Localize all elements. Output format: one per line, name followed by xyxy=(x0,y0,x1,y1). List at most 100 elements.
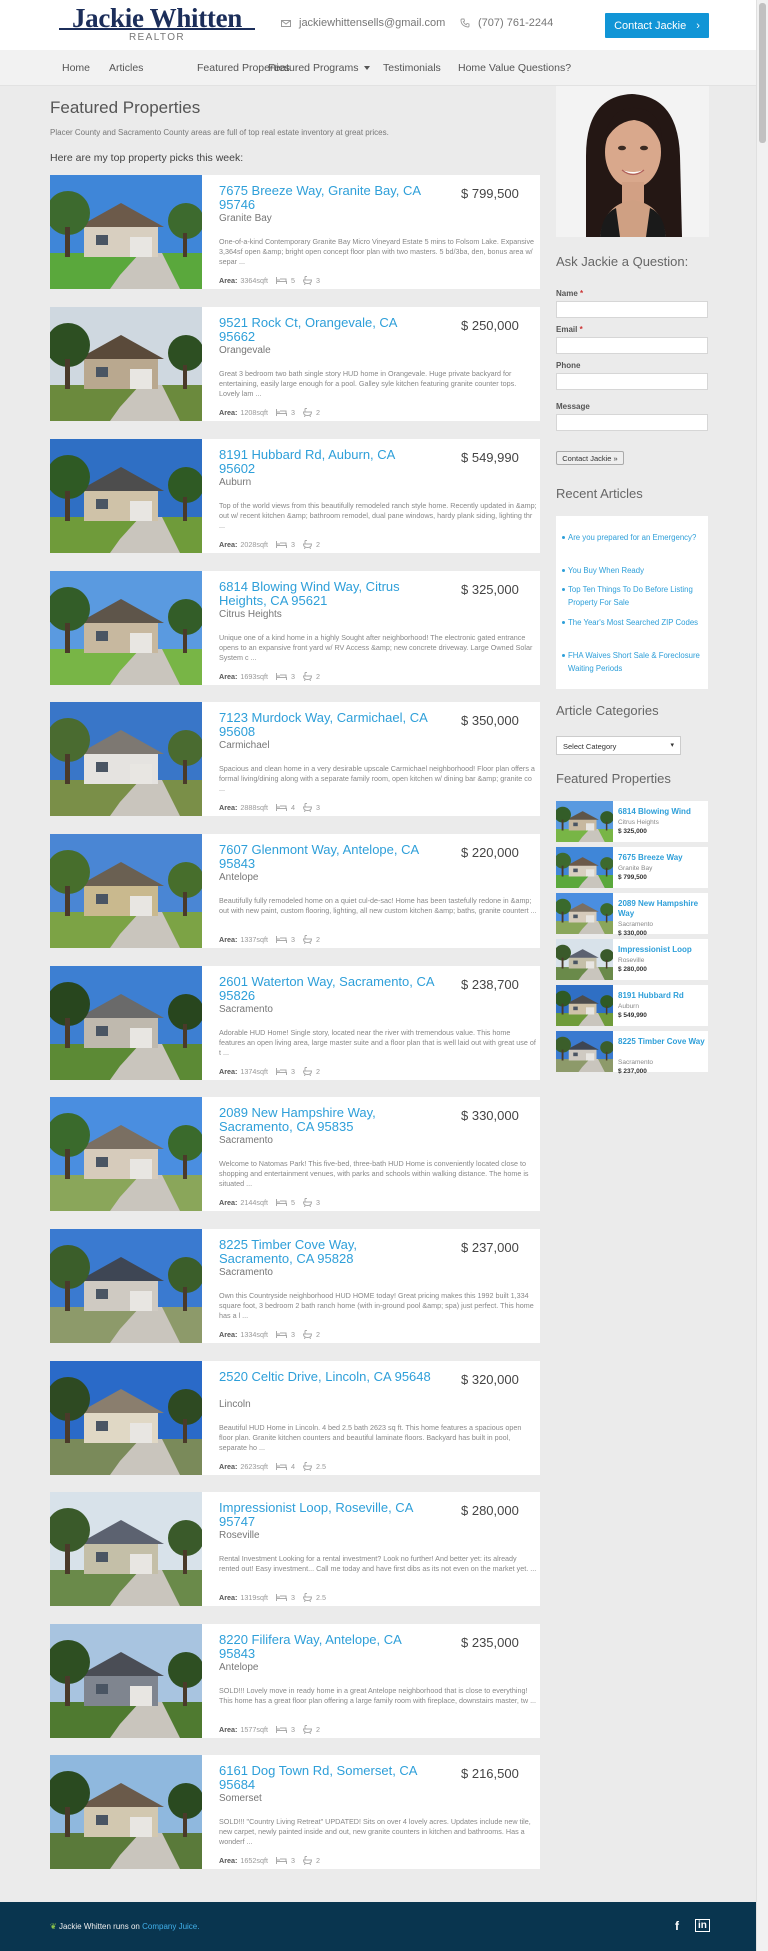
listing-city: Roseville xyxy=(219,1530,260,1541)
listing-price: $ 235,000 xyxy=(461,1635,519,1650)
facebook-icon[interactable]: f xyxy=(675,1919,679,1933)
listing-photo[interactable] xyxy=(50,1755,202,1869)
logo-rule xyxy=(59,28,255,30)
listing-photo[interactable] xyxy=(50,1361,202,1475)
listing-card[interactable]: 2089 New Hampshire Way, Sacramento, CA 9… xyxy=(50,1097,540,1211)
listing-photo[interactable] xyxy=(50,1229,202,1343)
listing-description: Welcome to Natomas Park! This five-bed, … xyxy=(219,1159,529,1188)
featured-mini-card[interactable]: 8225 Timber Cove Way Sacramento $ 237,000 xyxy=(556,1031,708,1075)
contact-jackie-button[interactable]: Contact Jackie › xyxy=(605,13,709,38)
listing-card[interactable]: 9521 Rock Ct, Orangevale, CA 95662 $ 250,… xyxy=(50,307,540,421)
company-juice-link[interactable]: Company Juice. xyxy=(142,1922,199,1931)
featured-mini-card[interactable]: 7675 Breeze Way Granite Bay $ 799,500 xyxy=(556,847,708,888)
featured-mini-city: Auburn xyxy=(618,1003,639,1010)
featured-mini-photo[interactable] xyxy=(556,893,613,934)
listing-description: One-of-a-kind Contemporary Granite Bay M… xyxy=(219,237,535,266)
listing-card[interactable]: 8191 Hubbard Rd, Auburn, CA 95602 $ 549,9… xyxy=(50,439,540,553)
category-select[interactable]: Select Category ▾ xyxy=(556,736,681,755)
featured-mini-name[interactable]: 2089 New Hampshire Way xyxy=(618,899,706,919)
listing-card[interactable]: 8220 Filifera Way, Antelope, CA 95843 $ 2… xyxy=(50,1624,540,1738)
featured-mini-card[interactable]: 6814 Blowing Wind Citrus Heights $ 325,000 xyxy=(556,801,708,842)
listing-description: Beautiful HUD Home in Lincoln. 4 bed 2.5… xyxy=(219,1423,522,1452)
email-field[interactable] xyxy=(556,337,708,354)
featured-mini-name[interactable]: 7675 Breeze Way xyxy=(618,853,706,863)
listing-card[interactable]: 6814 Blowing Wind Way, Citrus Heights, C… xyxy=(50,571,540,685)
site-logo[interactable]: Jackie Whitten REALTOR xyxy=(57,4,257,46)
article-link[interactable]: The Year's Most Searched ZIP Codes xyxy=(562,616,700,629)
listing-card[interactable]: 2520 Celtic Drive, Lincoln, CA 95648 $ 32… xyxy=(50,1361,540,1475)
listing-description: Adorable HUD Home! Single story, located… xyxy=(219,1028,536,1057)
listing-beds: 3 xyxy=(290,540,295,549)
contact-submit-button[interactable]: Contact Jackie » xyxy=(556,451,624,465)
listing-address[interactable]: 8191 Hubbard Rd, Auburn, CA 95602 xyxy=(219,448,434,475)
listing-card[interactable]: 7675 Breeze Way, Granite Bay, CA 95746 $ … xyxy=(50,175,540,289)
listing-photo[interactable] xyxy=(50,307,202,421)
linkedin-icon[interactable]: in xyxy=(695,1919,710,1932)
listing-address[interactable]: 6161 Dog Town Rd, Somerset, CA 95684 xyxy=(219,1764,434,1791)
listing-card[interactable]: Impressionist Loop, Roseville, CA 95747 $… xyxy=(50,1492,540,1606)
email-link[interactable]: jackiewhittensells@gmail.com xyxy=(281,17,445,29)
listing-photo[interactable] xyxy=(50,966,202,1080)
article-link[interactable]: You Buy When Ready xyxy=(562,564,700,577)
article-link[interactable]: Top Ten Things To Do Before Listing Prop… xyxy=(562,583,700,609)
featured-mini-price: $ 280,000 xyxy=(618,966,647,973)
listing-price: $ 238,700 xyxy=(461,977,519,992)
featured-mini-name[interactable]: 8191 Hubbard Rd xyxy=(618,991,706,1001)
area-label: Area: xyxy=(219,1725,238,1734)
listing-address[interactable]: 8220 Filifera Way, Antelope, CA 95843 xyxy=(219,1633,434,1660)
bath-icon xyxy=(302,1330,312,1339)
listing-photo[interactable] xyxy=(50,834,202,948)
nav-home-value-questions[interactable]: Home Value Questions? xyxy=(458,62,571,74)
featured-mini-photo[interactable] xyxy=(556,939,613,980)
featured-mini-name[interactable]: 6814 Blowing Wind xyxy=(618,807,706,817)
message-field[interactable] xyxy=(556,414,708,431)
article-link[interactable]: FHA Waives Short Sale & Foreclosure Wait… xyxy=(562,649,700,675)
nav-home[interactable]: Home xyxy=(62,62,90,74)
listing-address[interactable]: 7675 Breeze Way, Granite Bay, CA 95746 xyxy=(219,184,434,211)
listing-description: SOLD!!! Lovely move in ready home in a g… xyxy=(219,1686,537,1705)
listing-address[interactable]: 7607 Glenmont Way, Antelope, CA 95843 xyxy=(219,843,434,870)
article-link[interactable]: Are you prepared for an Emergency? xyxy=(562,531,700,544)
featured-mini-photo[interactable] xyxy=(556,847,613,888)
featured-mini-price: $ 325,000 xyxy=(618,828,647,835)
nav-featured-programs[interactable]: Featured Programs xyxy=(268,62,371,74)
featured-mini-price: $ 237,000 xyxy=(618,1068,647,1075)
page-scrollbar[interactable] xyxy=(756,0,768,1951)
listing-address[interactable]: 9521 Rock Ct, Orangevale, CA 95662 xyxy=(219,316,434,343)
listing-photo[interactable] xyxy=(50,571,202,685)
featured-mini-photo[interactable] xyxy=(556,985,613,1026)
listing-address[interactable]: 2601 Waterton Way, Sacramento, CA 95826 xyxy=(219,975,434,1002)
listing-card[interactable]: 8225 Timber Cove Way, Sacramento, CA 958… xyxy=(50,1229,540,1343)
featured-mini-name[interactable]: 8225 Timber Cove Way xyxy=(618,1037,706,1047)
scrollbar-thumb[interactable] xyxy=(759,3,766,143)
listing-card[interactable]: 6161 Dog Town Rd, Somerset, CA 95684 $ 21… xyxy=(50,1755,540,1869)
nav-articles[interactable]: Articles xyxy=(109,62,143,74)
listing-photo[interactable] xyxy=(50,1097,202,1211)
listing-photo[interactable] xyxy=(50,439,202,553)
bed-icon xyxy=(275,1726,287,1733)
listing-address[interactable]: 6814 Blowing Wind Way, Citrus Heights, C… xyxy=(219,580,434,607)
listing-address[interactable]: Impressionist Loop, Roseville, CA 95747 xyxy=(219,1501,434,1528)
featured-mini-card[interactable]: 2089 New Hampshire Way Sacramento $ 330,00… xyxy=(556,893,708,937)
featured-mini-name[interactable]: Impressionist Loop xyxy=(618,945,706,955)
featured-mini-card[interactable]: 8191 Hubbard Rd Auburn $ 549,990 xyxy=(556,985,708,1026)
name-field[interactable] xyxy=(556,301,708,318)
listing-address[interactable]: 8225 Timber Cove Way, Sacramento, CA 958… xyxy=(219,1238,434,1265)
listing-photo[interactable] xyxy=(50,702,202,816)
featured-mini-card[interactable]: Impressionist Loop Roseville $ 280,000 xyxy=(556,939,708,980)
listing-address[interactable]: 2089 New Hampshire Way, Sacramento, CA 9… xyxy=(219,1106,434,1133)
listing-address[interactable]: 7123 Murdock Way, Carmichael, CA 95608 xyxy=(219,711,434,738)
featured-mini-photo[interactable] xyxy=(556,1031,613,1072)
listing-price: $ 280,000 xyxy=(461,1503,519,1518)
listing-card[interactable]: 7607 Glenmont Way, Antelope, CA 95843 $ 2… xyxy=(50,834,540,948)
listing-photo[interactable] xyxy=(50,1624,202,1738)
listing-card[interactable]: 7123 Murdock Way, Carmichael, CA 95608 $ … xyxy=(50,702,540,816)
listing-card[interactable]: 2601 Waterton Way, Sacramento, CA 95826 $… xyxy=(50,966,540,1080)
listing-photo[interactable] xyxy=(50,175,202,289)
listing-address[interactable]: 2520 Celtic Drive, Lincoln, CA 95648 xyxy=(219,1370,434,1384)
featured-mini-photo[interactable] xyxy=(556,801,613,842)
phone-field[interactable] xyxy=(556,373,708,390)
listing-photo[interactable] xyxy=(50,1492,202,1606)
nav-testimonials[interactable]: Testimonials xyxy=(383,62,441,74)
phone-link[interactable]: (707) 761-2244 xyxy=(460,17,553,29)
